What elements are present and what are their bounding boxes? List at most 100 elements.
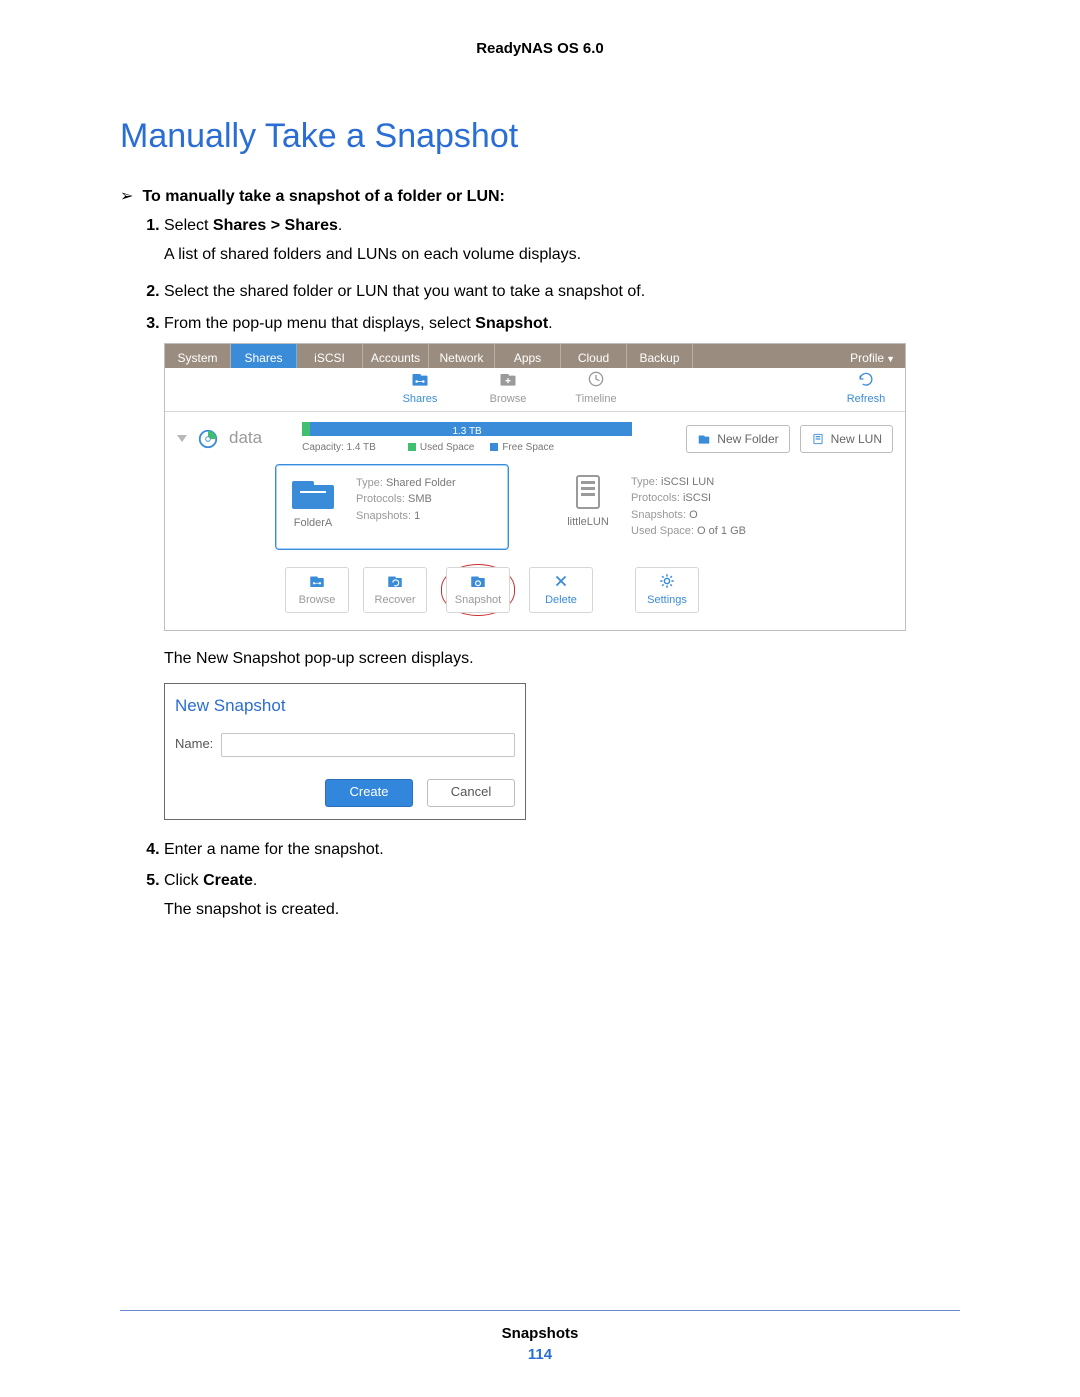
highlight-ring: Snapshot [441,564,515,617]
capacity-bar-label: 1.3 TB [452,423,481,440]
sub-toolbar: Shares Browse Timeline [165,368,905,412]
item-folder-meta: Type: Shared Folder Protocols: SMB Snaps… [356,475,456,525]
action-recover-label: Recover [375,594,416,606]
footer-section: Snapshots [120,1325,960,1342]
new-snapshot-dialog: New Snapshot Name: Create Cancel [164,683,526,820]
disk-icon [197,428,219,450]
tab-shares[interactable]: Shares [231,344,297,368]
step-4-text: Enter a name for the snapshot. [164,841,384,858]
footer-page-number: 114 [120,1346,960,1363]
cancel-button[interactable]: Cancel [427,779,515,807]
tab-cloud[interactable]: Cloud [561,344,627,368]
subtool-browse[interactable]: Browse [481,369,535,409]
step-4: Enter a name for the snapshot. [164,836,960,863]
step-5-dot: . [253,872,257,889]
action-snapshot-icon [469,572,487,590]
subtool-timeline[interactable]: Timeline [569,369,623,409]
step-1: Select Shares > Shares. A list of shared… [164,212,960,268]
shares-icon [410,369,430,389]
item-lun[interactable]: littleLUN Type: iSCSI LUN Protocols: iSC… [559,464,783,550]
item-folder-a[interactable]: FolderA Type: Shared Folder Protocols: S… [275,464,509,550]
app-nav-tabs: System Shares iSCSI Accounts Network App… [165,344,905,368]
profile-menu[interactable]: Profile▼ [840,344,905,368]
new-folder-label: New Folder [717,429,778,449]
action-delete[interactable]: Delete [529,567,593,614]
profile-label: Profile [850,351,884,365]
subtool-refresh-label: Refresh [847,393,886,405]
action-delete-label: Delete [545,594,577,606]
action-settings-label: Settings [647,594,687,606]
step-5: Click Create. The snapshot is created. [164,867,960,923]
capacity-bar: 1.3 TB [302,422,632,436]
subtool-browse-label: Browse [490,393,527,405]
lun-item-icon [565,474,611,510]
step-1-path: Shares > Shares [213,217,338,234]
folder-icon [697,432,711,446]
action-browse[interactable]: Browse [285,567,349,614]
page-footer: Snapshots 114 [120,1310,960,1363]
legend-used-swatch [408,443,416,451]
browse-icon [498,369,518,389]
tab-iscsi[interactable]: iSCSI [297,344,363,368]
action-recover[interactable]: Recover [363,567,427,614]
volume-name: data [229,424,262,453]
item-lun-meta: Type: iSCSI LUN Protocols: iSCSI Snapsho… [631,474,746,540]
capacity-value: Capacity: 1.4 TB [302,439,376,456]
subtool-refresh[interactable]: Refresh [839,369,893,409]
dialog-name-label: Name: [175,733,213,755]
tab-spacer [693,344,840,368]
gear-icon [658,572,676,590]
legend-free-swatch [490,443,498,451]
item-folder-name: FolderA [294,517,333,529]
tab-apps[interactable]: Apps [495,344,561,368]
new-lun-label: New LUN [831,429,882,449]
step-1-pre: Select [164,217,213,234]
legend-free-label: Free Space [502,442,554,453]
capacity-used [302,422,310,436]
tab-system[interactable]: System [165,344,231,368]
step-3-dot: . [548,315,552,332]
tab-network[interactable]: Network [429,344,495,368]
refresh-icon [856,369,876,389]
doc-header: ReadyNAS OS 6.0 [120,40,960,57]
shared-folder-icon [290,475,336,511]
action-recover-icon [386,572,404,590]
chevron-down-icon: ▼ [886,354,895,364]
capacity-block: 1.3 TB Capacity: 1.4 TB Used Space Free … [302,422,632,456]
volume-row: data 1.3 TB Capacity: 1.4 TB Used Space … [165,412,905,464]
expand-caret-icon[interactable] [177,435,187,442]
clock-icon [586,369,606,389]
snapshot-name-input[interactable] [221,733,515,757]
new-folder-button[interactable]: New Folder [686,425,789,453]
lead-line: ➢ To manually take a snapshot of a folde… [120,186,960,206]
lead-arrow-icon: ➢ [120,186,138,206]
tab-backup[interactable]: Backup [627,344,693,368]
action-settings[interactable]: Settings [635,567,699,614]
legend-used-label: Used Space [420,442,474,453]
step-5-sub: The snapshot is created. [164,896,960,923]
action-snapshot-label: Snapshot [455,594,501,606]
step-2-text: Select the shared folder or LUN that you… [164,283,645,300]
items-row: FolderA Type: Shared Folder Protocols: S… [165,464,905,564]
lead-text: To manually take a snapshot of a folder … [142,188,504,205]
step-1-dot: . [338,217,342,234]
step-5-bold: Create [203,872,253,889]
capacity-legend: Capacity: 1.4 TB Used Space Free Space [302,439,554,456]
new-lun-button[interactable]: New LUN [800,425,893,453]
step-3-post: The New Snapshot pop-up screen displays. [164,645,960,672]
action-browse-icon [308,572,326,590]
delete-icon [552,572,570,590]
app-screenshot: System Shares iSCSI Accounts Network App… [164,343,906,632]
subtool-shares[interactable]: Shares [393,369,447,409]
action-snapshot[interactable]: Snapshot [446,567,510,614]
step-3-bold: Snapshot [475,315,548,332]
step-2: Select the shared folder or LUN that you… [164,278,960,305]
step-3-pre: From the pop-up menu that displays, sele… [164,315,475,332]
page-title: Manually Take a Snapshot [120,117,960,156]
item-lun-name: littleLUN [567,516,609,528]
context-action-bar: Browse Recover Snapshot [285,564,905,617]
create-button[interactable]: Create [325,779,413,807]
step-5-pre: Click [164,872,203,889]
subtool-timeline-label: Timeline [575,393,616,405]
tab-accounts[interactable]: Accounts [363,344,429,368]
